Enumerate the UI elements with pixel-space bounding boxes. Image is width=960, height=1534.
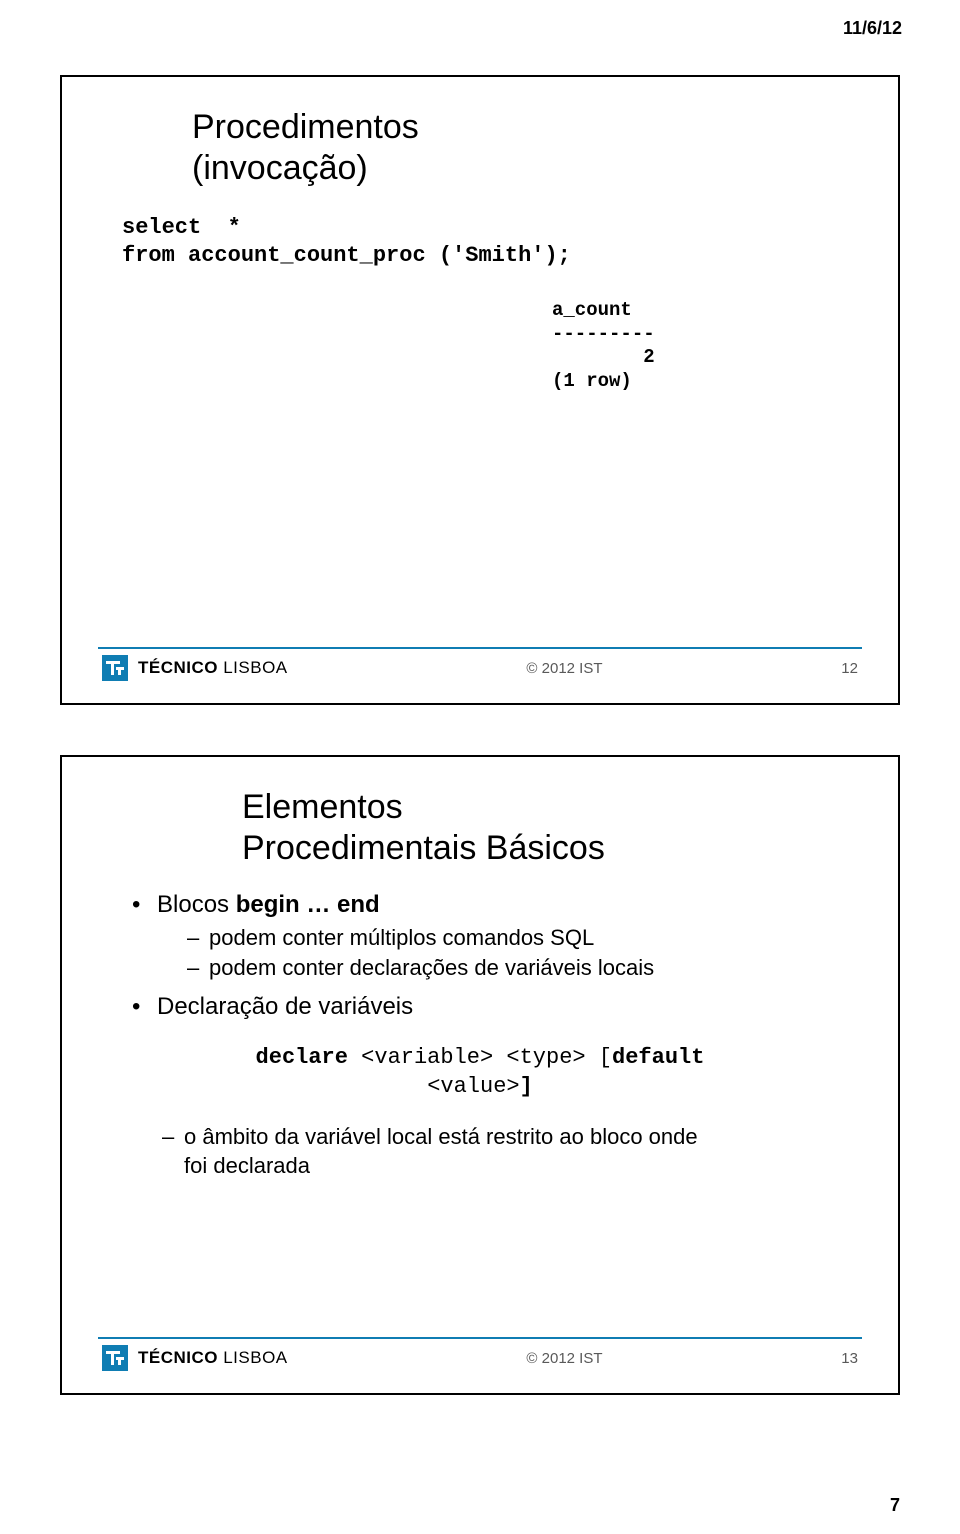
slide2-bullet-declaracao: Declaração de variáveis — [132, 991, 858, 1022]
slide2-title: Elementos Procedimentais Básicos — [242, 787, 858, 869]
slide2-title-line1: Elementos — [242, 788, 403, 826]
slide1-number: 12 — [841, 660, 858, 677]
slide-2: Elementos Procedimentais Básicos Blocos … — [60, 755, 900, 1395]
page-number: 7 — [890, 1495, 900, 1516]
slide2-copyright: © 2012 IST — [526, 1350, 602, 1367]
page-date: 11/6/12 — [843, 18, 902, 39]
slide-1: Procedimentos (invocação) select * from … — [60, 75, 900, 705]
slide2-sub-sql: podem conter múltiplos comandos SQL — [187, 924, 858, 953]
slide2-declare-syntax: declare <variable> <type> [default <valu… — [102, 1044, 858, 1101]
slide1-title: Procedimentos (invocação) — [192, 107, 858, 189]
slide2-footer-left: TÉCNICO LISBOA — [102, 1345, 288, 1371]
slide1-code: select * from account_count_proc ('Smith… — [122, 214, 858, 271]
slide2-brand: TÉCNICO LISBOA — [138, 1348, 288, 1368]
slide2-scope-wrap: o âmbito da variável local está restrito… — [162, 1123, 858, 1180]
slide2-scope-sublist: o âmbito da variável local está restrito… — [162, 1123, 858, 1180]
slide1-brand: TÉCNICO LISBOA — [138, 658, 288, 678]
tecnico-logo-icon — [102, 655, 128, 681]
slide2-blocos-sublist: podem conter múltiplos comandos SQL pode… — [187, 924, 858, 983]
slide1-footer-left: TÉCNICO LISBOA — [102, 655, 288, 681]
slide2-sub-ambito: o âmbito da variável local está restrito… — [162, 1123, 858, 1180]
slide2-divider — [98, 1337, 862, 1339]
page: 11/6/12 Procedimentos (invocação) select… — [0, 0, 960, 1534]
slide1-title-line1: Procedimentos — [192, 108, 419, 146]
slide2-number: 13 — [841, 1350, 858, 1367]
slide2-bullet-blocos: Blocos begin … end podem conter múltiplo… — [132, 889, 858, 983]
slide1-divider — [98, 647, 862, 649]
slide1-title-line2: (invocação) — [192, 149, 368, 187]
slide1-footer: TÉCNICO LISBOA © 2012 IST 12 — [102, 655, 858, 681]
tecnico-logo-icon — [102, 1345, 128, 1371]
slide2-footer: TÉCNICO LISBOA © 2012 IST 13 — [102, 1345, 858, 1371]
slide1-result: a_count --------- 2 (1 row) — [552, 299, 858, 394]
slide1-copyright: © 2012 IST — [526, 660, 602, 677]
slide2-sub-decl: podem conter declarações de variáveis lo… — [187, 954, 858, 983]
slide2-list: Blocos begin … end podem conter múltiplo… — [132, 889, 858, 1023]
slide2-title-line2: Procedimentais Básicos — [242, 829, 605, 867]
